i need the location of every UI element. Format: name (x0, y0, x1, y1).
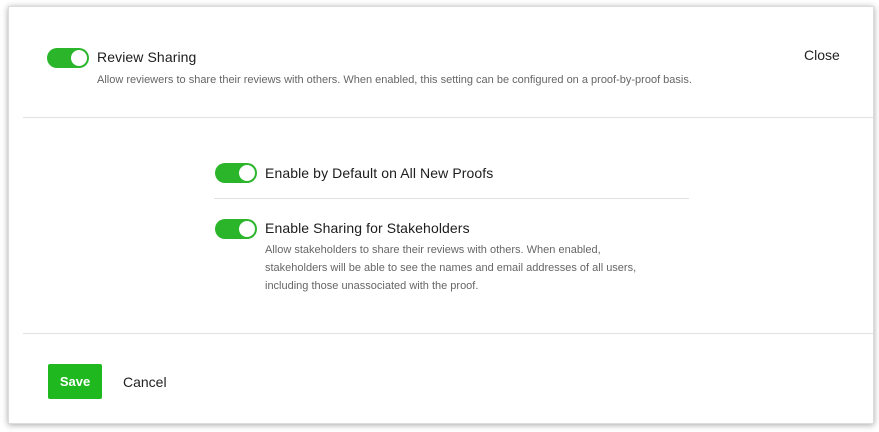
description-line: Allow stakeholders to share their review… (265, 244, 601, 256)
enable-default-label: Enable by Default on All New Proofs (265, 165, 494, 181)
toggle-knob (239, 165, 255, 181)
stakeholder-sharing-label: Enable Sharing for Stakeholders (265, 220, 470, 236)
toggle-knob (239, 221, 255, 237)
close-button[interactable]: Close (804, 47, 840, 63)
description-line: including those unassociated with the pr… (265, 280, 479, 292)
review-sharing-description: Allow reviewers to share their reviews w… (97, 74, 692, 86)
stakeholder-sharing-description: Allow stakeholders to share their review… (265, 241, 725, 295)
footer-divider (23, 333, 873, 334)
review-sharing-settings-panel: Review Sharing Allow reviewers to share … (8, 6, 874, 424)
stakeholder-sharing-toggle[interactable] (215, 219, 257, 239)
review-sharing-title: Review Sharing (97, 49, 197, 65)
cancel-button[interactable]: Cancel (123, 374, 167, 390)
header-divider (23, 117, 873, 118)
toggle-knob (71, 50, 87, 66)
enable-default-toggle[interactable] (215, 163, 257, 183)
save-button[interactable]: Save (48, 364, 102, 399)
review-sharing-toggle[interactable] (47, 48, 89, 68)
description-line: stakeholders will be able to see the nam… (265, 262, 637, 274)
options-divider (214, 198, 689, 199)
